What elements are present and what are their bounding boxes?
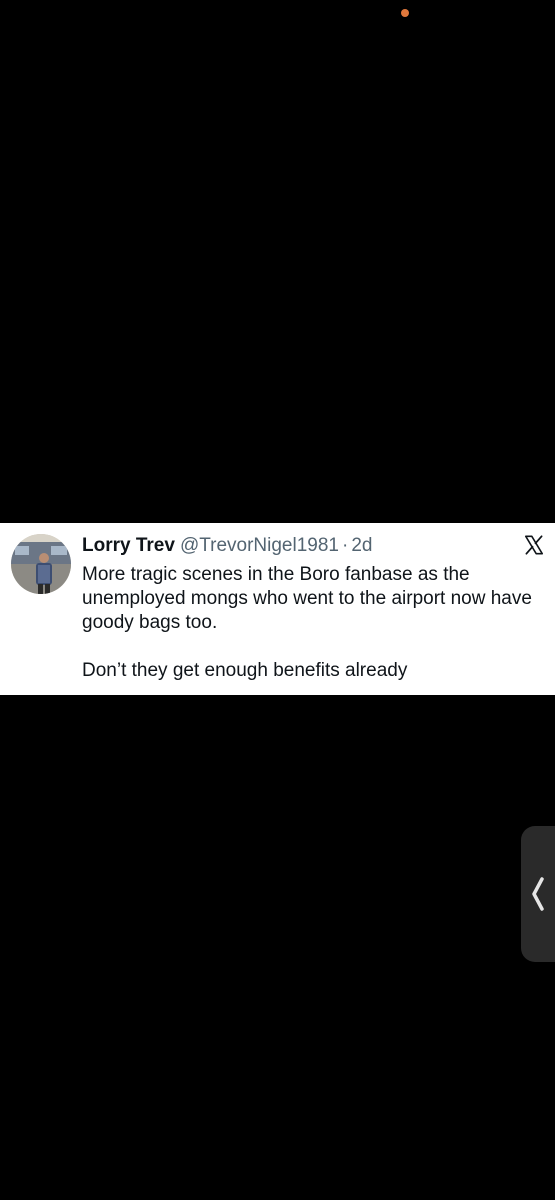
tweet-card[interactable]: Lorry Trev @TrevorNigel1981 · 2d More tragi… — [0, 523, 555, 695]
chevron-left-icon — [532, 877, 544, 911]
tweet-header: Lorry Trev @TrevorNigel1981 · 2d — [82, 535, 505, 557]
user-handle[interactable]: @TrevorNigel1981 — [180, 535, 339, 556]
display-name[interactable]: Lorry Trev — [82, 535, 175, 556]
avatar[interactable] — [11, 534, 71, 594]
status-indicator-dot — [401, 9, 409, 17]
meta-separator: · — [341, 535, 349, 556]
tweet-paragraph: Don’t they get enough benefits already — [82, 660, 408, 681]
tweet-timestamp[interactable]: 2d — [351, 535, 372, 556]
edge-panel-handle[interactable] — [521, 826, 555, 962]
avatar-photo — [11, 534, 71, 594]
tweet-text: More tragic scenes in the Boro fanbase a… — [82, 563, 542, 683]
x-logo-icon — [524, 535, 544, 555]
tweet-paragraph: More tragic scenes in the Boro fanbase a… — [82, 564, 532, 633]
